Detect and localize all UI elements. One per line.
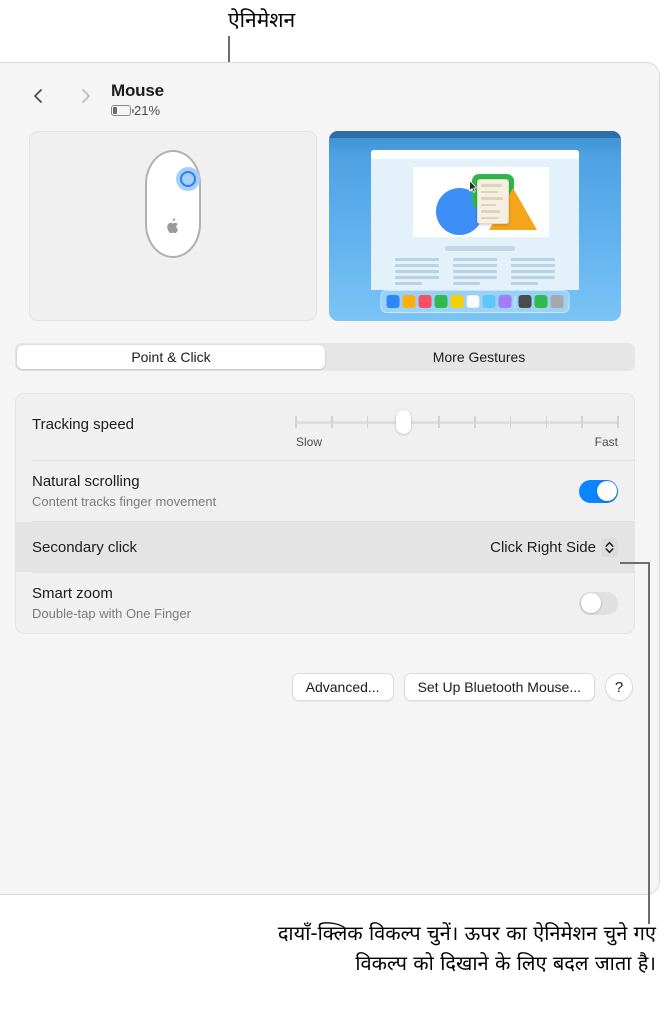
row-secondary-click[interactable]: Secondary click Click Right Side — [16, 522, 634, 572]
slider-tick — [295, 416, 297, 428]
row-natural-scrolling: Natural scrolling Content tracks finger … — [16, 461, 634, 521]
dock-color-swatch — [482, 295, 496, 308]
natural-scrolling-subtitle: Content tracks finger movement — [32, 494, 217, 509]
animation-scrollbar — [445, 246, 515, 251]
dock-color-swatch — [550, 295, 564, 308]
tab-more-gestures-label: More Gestures — [432, 349, 526, 365]
dock-color-swatch — [402, 295, 416, 308]
animation-document-window — [371, 150, 579, 290]
battery-icon — [111, 105, 134, 116]
toggle-knob — [596, 481, 617, 501]
slider-fast-label: Fast — [594, 435, 618, 449]
slider-tick — [581, 416, 583, 428]
mouse-settings-window: Mouse 21% Point & Click More Gestures Tr… — [0, 62, 660, 895]
dock-separator — [514, 295, 516, 308]
advanced-button[interactable]: Advanced... — [291, 673, 394, 701]
set-up-bluetooth-mouse-button-label: Set Up Bluetooth Mouse... — [417, 679, 581, 695]
chevron-up-down-icon — [601, 537, 618, 557]
tab-point-and-click[interactable]: Point & Click — [17, 345, 325, 369]
animation-window-titlebar — [371, 150, 579, 159]
advanced-button-label: Advanced... — [305, 679, 380, 695]
animation-text-column — [453, 258, 497, 288]
dock-color-swatch — [418, 295, 432, 308]
mouse-illustration-panel — [29, 131, 317, 321]
slider-line — [296, 421, 618, 424]
secondary-click-popup-button[interactable]: Click Right Side — [490, 537, 618, 557]
animation-context-menu — [477, 179, 509, 224]
slider-tick — [545, 416, 548, 428]
help-button[interactable]: ? — [605, 673, 633, 701]
secondary-click-label: Secondary click — [32, 538, 138, 556]
magic-mouse-icon — [145, 150, 201, 258]
page-title: Mouse — [111, 81, 164, 100]
slider-tick — [617, 416, 619, 428]
set-up-bluetooth-mouse-button[interactable]: Set Up Bluetooth Mouse... — [403, 673, 595, 701]
natural-scrolling-label: Natural scrolling — [32, 473, 140, 490]
preview-row — [29, 131, 621, 321]
toggle-knob — [580, 593, 601, 613]
dock-color-swatch — [386, 295, 400, 308]
window-toolbar: Mouse 21% — [0, 63, 659, 123]
tab-point-and-click-label: Point & Click — [131, 349, 211, 365]
battery-percent-label: 21% — [134, 103, 161, 118]
tracking-speed-label: Tracking speed — [32, 416, 134, 433]
slider-tick — [438, 416, 440, 428]
callout-label-animation: ऐनिमेशन — [228, 8, 296, 32]
battery-fill — [113, 107, 118, 114]
settings-group: Tracking speed Slow Fast Natural scrolli… — [15, 393, 635, 634]
forward-button[interactable] — [77, 87, 95, 105]
smart-zoom-label: Smart zoom — [32, 585, 113, 602]
action-button-row: Advanced... Set Up Bluetooth Mouse... ? — [291, 673, 633, 701]
natural-scrolling-toggle[interactable] — [579, 479, 618, 503]
dock-color-swatch — [498, 295, 512, 308]
help-button-label: ? — [614, 678, 624, 696]
animation-text-column — [511, 258, 555, 288]
dock-color-swatch — [450, 295, 464, 308]
animation-color-palette-dock — [380, 290, 570, 313]
animation-desktop-titlebar — [329, 131, 621, 138]
dock-color-swatch — [534, 295, 548, 308]
slider-tick — [474, 416, 476, 428]
battery-status: 21% — [111, 103, 160, 118]
slider-tick — [331, 416, 333, 428]
slider-endpoint-labels: Slow Fast — [296, 435, 618, 449]
row-smart-zoom: Smart zoom Double-tap with One Finger — [16, 573, 634, 633]
slider-slow-label: Slow — [296, 435, 323, 449]
secondary-click-zone-indicator — [176, 167, 200, 191]
dock-color-swatch — [466, 295, 480, 308]
smart-zoom-toggle[interactable] — [579, 591, 618, 615]
slider-track[interactable] — [295, 410, 619, 434]
row-tracking-speed: Tracking speed Slow Fast — [16, 394, 634, 460]
secondary-click-value: Click Right Side — [490, 538, 596, 556]
slider-tick — [509, 416, 512, 428]
slider-tick — [366, 416, 369, 428]
smart-zoom-subtitle: Double-tap with One Finger — [32, 606, 191, 621]
tab-segmented-control[interactable]: Point & Click More Gestures — [15, 343, 635, 371]
tab-more-gestures[interactable]: More Gestures — [325, 345, 633, 369]
secondary-click-animation-preview — [329, 131, 621, 321]
back-button[interactable] — [29, 87, 47, 105]
callout-label-secondary-click: दायाँ-क्लिक विकल्प चुनें। ऊपर का ऐनिमेशन… — [277, 921, 656, 975]
apple-logo-icon — [165, 216, 181, 235]
animation-text-column — [395, 258, 439, 288]
slider-thumb[interactable] — [395, 410, 411, 434]
dock-color-swatch — [434, 295, 448, 308]
callout-leader-line-bottom-vertical — [648, 562, 650, 924]
callout-leader-line-bottom-horizontal — [620, 562, 650, 564]
animation-text-columns — [395, 258, 555, 288]
tracking-speed-slider[interactable]: Slow Fast — [295, 408, 619, 449]
dock-color-swatch — [518, 295, 532, 308]
